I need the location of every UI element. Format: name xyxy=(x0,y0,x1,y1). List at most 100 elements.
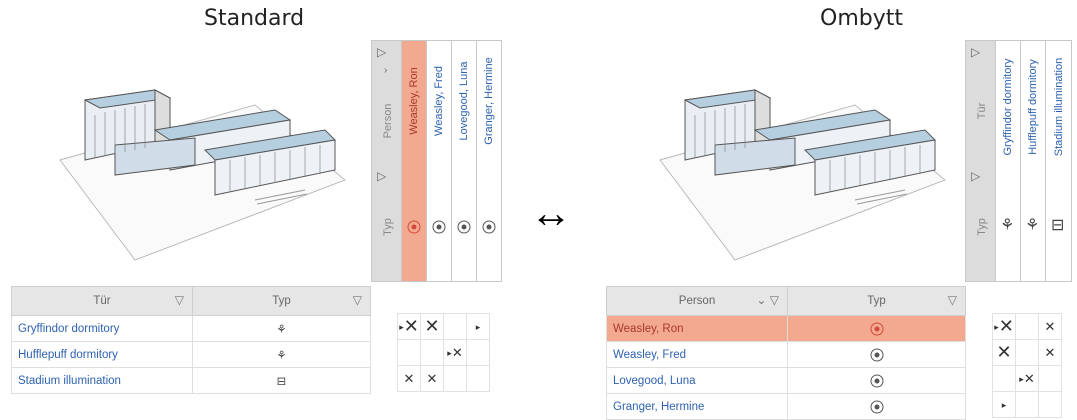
box-lock-icon: ⊟ xyxy=(192,367,371,394)
building-illustration-right xyxy=(659,89,946,261)
table-row[interactable]: Hufflepuff dormitory ⚘ xyxy=(11,341,371,368)
authorization-cell[interactable] xyxy=(443,365,467,392)
door-name: Gryffindor dormitory xyxy=(1002,58,1014,156)
matrix-row: ▸✕ ✕ ▸ xyxy=(397,313,490,340)
person-column[interactable]: Granger, Hermine xyxy=(476,41,501,281)
authorization-cell[interactable] xyxy=(1038,365,1062,392)
door-name[interactable]: Gryffindor dormitory xyxy=(11,315,193,342)
matrix-row: ✕ ✕ xyxy=(397,365,490,392)
padlock-icon: ⚘ xyxy=(1000,217,1015,234)
table-row[interactable]: Stadium illumination ⊟ xyxy=(11,367,371,394)
table-row[interactable]: Weasley, Fred xyxy=(606,341,966,368)
door-name[interactable]: Stadium illumination xyxy=(11,367,193,394)
key-cell xyxy=(787,341,966,368)
person-column-header[interactable]: Person ⌄ ▽ xyxy=(606,286,788,316)
padlock-icon: ⚘ xyxy=(192,315,371,342)
matrix-row: ✕ ✕ xyxy=(992,339,1062,366)
padlock-icon: ⚘ xyxy=(1025,217,1040,234)
person-table: Person ⌄ ▽ Typ ▽ Weasley, Ron Weasley, Fre… xyxy=(606,286,966,420)
padlock-icon: ⚘ xyxy=(192,341,371,368)
building-illustration-left xyxy=(59,89,346,261)
authorization-cell[interactable] xyxy=(466,339,490,366)
authorization-cell[interactable] xyxy=(466,365,490,392)
person-name: Granger, Hermine xyxy=(483,57,495,145)
authorization-cell[interactable]: ✕ xyxy=(420,365,444,392)
table-row[interactable]: Weasley, Ron xyxy=(606,315,966,342)
door-column-header[interactable]: Tür ▽ xyxy=(11,286,193,316)
authorization-cell[interactable]: ✕ xyxy=(992,339,1016,366)
authorization-cell[interactable]: ▸✕ xyxy=(443,339,467,366)
person-header-label: Person xyxy=(382,103,394,139)
authorization-cell[interactable]: ▸ xyxy=(992,391,1016,418)
authorization-cell[interactable] xyxy=(1015,339,1039,366)
type-column-header[interactable]: Typ ▽ xyxy=(192,286,371,316)
key-cell xyxy=(787,393,966,420)
key-type-icon xyxy=(870,400,883,413)
door-name: Stadium illumination xyxy=(1052,57,1065,157)
authorization-cell[interactable] xyxy=(1015,313,1039,340)
authorization-cell[interactable] xyxy=(1015,391,1039,418)
matrix-row: ▸ xyxy=(992,391,1062,418)
authorization-cell[interactable] xyxy=(397,339,421,366)
authorization-cell[interactable]: ▸✕ xyxy=(397,313,421,340)
authorization-matrix-right: ▸✕ ✕ ✕ ✕ ▸✕ ▸ xyxy=(992,313,1062,418)
authorization-cell[interactable]: ▸✕ xyxy=(1015,365,1039,392)
key-type-icon xyxy=(870,322,883,335)
box-lock-icon: ⊟ xyxy=(1051,217,1065,234)
filter-icon[interactable]: ▷ xyxy=(971,169,980,183)
left-title: Standard xyxy=(204,6,305,31)
filter-icon[interactable]: ▽ xyxy=(353,293,362,307)
matrix-row: ▸✕ xyxy=(992,365,1062,392)
table-row[interactable]: Lovegood, Luna xyxy=(606,367,966,394)
typ-header-label: Typ xyxy=(976,218,988,236)
person-name[interactable]: Lovegood, Luna xyxy=(606,367,788,394)
type-column-header[interactable]: Typ ▽ xyxy=(787,286,966,316)
filter-icon[interactable]: ▷ xyxy=(377,169,386,183)
right-header-panel: ▷ Tür ▷ Typ Gryffindor dormitory ⚘ Huffl… xyxy=(965,40,1072,282)
key-cell xyxy=(787,315,966,342)
authorization-cell[interactable] xyxy=(443,313,467,340)
door-column[interactable]: Stadium illumination ⊟ xyxy=(1045,41,1071,281)
door-column[interactable]: Gryffindor dormitory ⚘ xyxy=(995,41,1020,281)
door-name[interactable]: Hufflepuff dormitory xyxy=(11,341,193,368)
key-type-icon xyxy=(457,220,471,234)
person-name[interactable]: Granger, Hermine xyxy=(606,393,788,420)
table-row[interactable]: Granger, Hermine xyxy=(606,393,966,420)
door-header-label: Tür xyxy=(976,102,988,120)
swap-arrow-icon: ↔ xyxy=(530,189,572,236)
right-title: Ombytt xyxy=(820,6,903,31)
matrix-row: ▸✕ xyxy=(397,339,490,366)
key-cell xyxy=(787,367,966,394)
matrix-row: ▸✕ ✕ xyxy=(992,313,1062,340)
typ-header-label: Typ xyxy=(382,218,394,236)
authorization-cell[interactable] xyxy=(420,339,444,366)
authorization-cell[interactable]: ▸ xyxy=(466,313,490,340)
door-table: Tür ▽ Typ ▽ Gryffindor dormitory ⚘ Hufflep… xyxy=(11,286,371,394)
filter-icon[interactable]: ▽ xyxy=(175,293,184,307)
person-column[interactable]: Lovegood, Luna xyxy=(451,41,476,281)
filter-icon[interactable]: ▽ xyxy=(948,293,957,307)
person-name: Lovegood, Luna xyxy=(458,61,470,141)
person-column[interactable]: Weasley, Fred xyxy=(426,41,451,281)
authorization-cell[interactable]: ✕ xyxy=(420,313,444,340)
door-column[interactable]: Hufflepuff dormitory ⚘ xyxy=(1020,41,1045,281)
authorization-matrix-left: ▸✕ ✕ ▸ ▸✕ ✕ ✕ xyxy=(397,313,490,392)
person-name[interactable]: Weasley, Ron xyxy=(606,315,788,342)
person-name[interactable]: Weasley, Fred xyxy=(606,341,788,368)
authorization-cell[interactable]: ▸✕ xyxy=(992,313,1016,340)
chevron-down-icon[interactable]: › xyxy=(384,65,387,76)
filter-icon[interactable]: ▷ xyxy=(971,45,980,59)
key-type-icon xyxy=(407,220,421,234)
person-column[interactable]: Weasley, Ron xyxy=(401,41,426,281)
table-row[interactable]: Gryffindor dormitory ⚘ xyxy=(11,315,371,342)
key-type-icon xyxy=(482,220,496,234)
key-type-icon xyxy=(870,374,883,387)
authorization-cell[interactable]: ✕ xyxy=(397,365,421,392)
door-name: Hufflepuff dormitory xyxy=(1027,59,1039,155)
filter-icon[interactable]: ▷ xyxy=(377,45,386,59)
authorization-cell[interactable]: ✕ xyxy=(1038,313,1062,340)
authorization-cell[interactable] xyxy=(992,365,1016,392)
authorization-cell[interactable] xyxy=(1038,391,1062,418)
authorization-cell[interactable]: ✕ xyxy=(1038,339,1062,366)
filter-icon[interactable]: ⌄ ▽ xyxy=(756,293,779,307)
